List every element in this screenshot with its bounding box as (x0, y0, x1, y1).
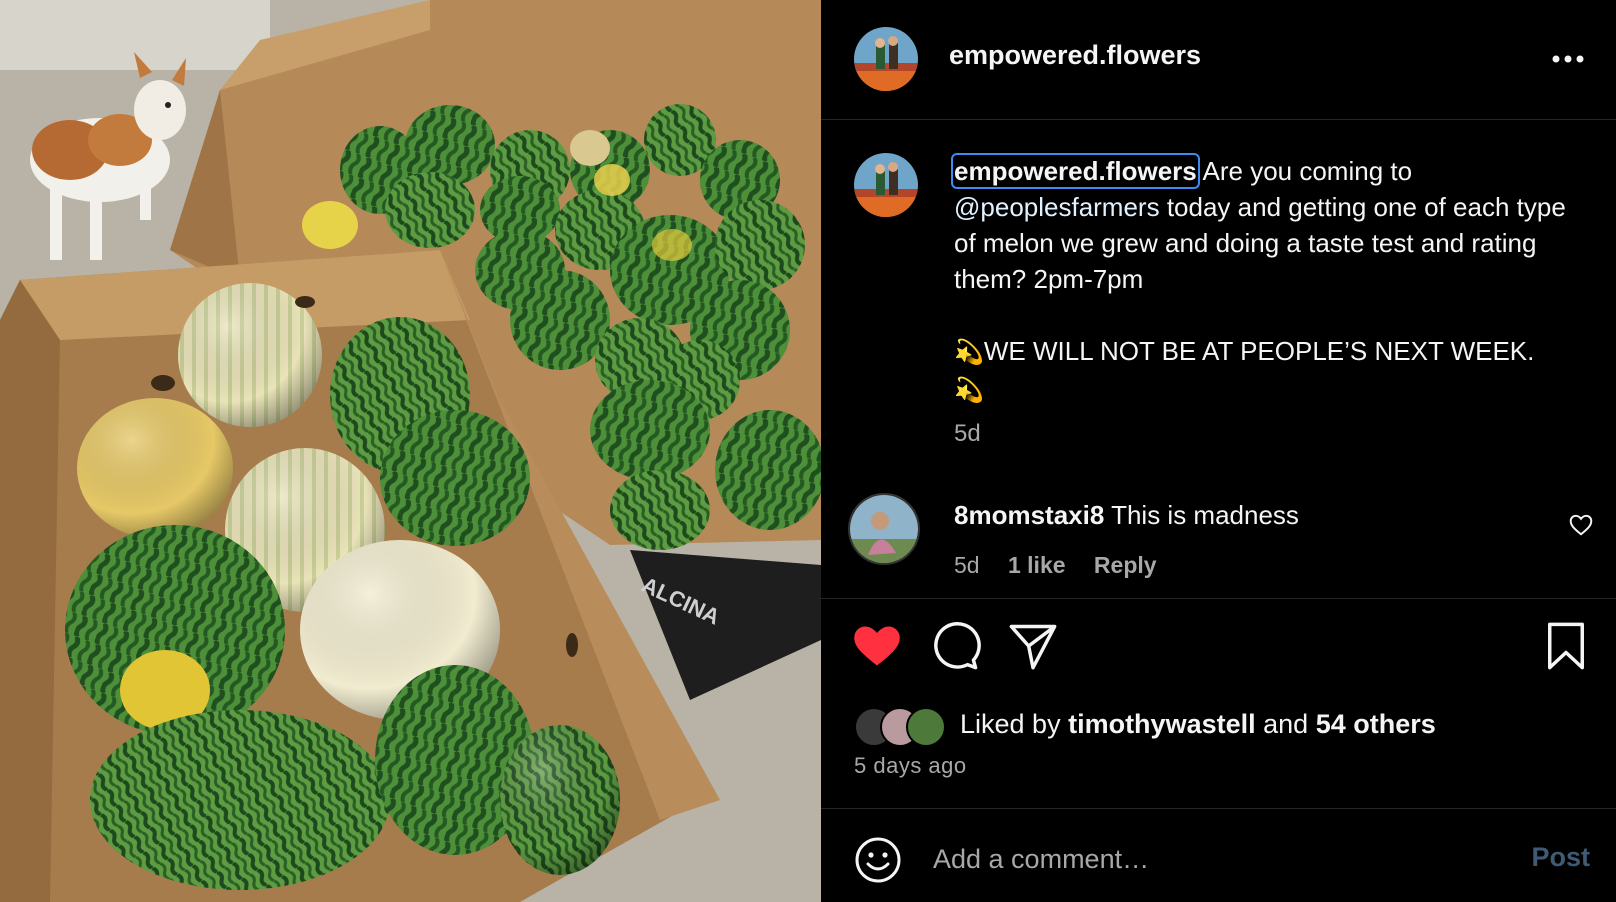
post-date[interactable]: 5 days ago (854, 753, 967, 779)
post-side-panel: empowered.flowers empowered.flowers Are … (821, 0, 1616, 902)
emoji-smiley-icon[interactable] (854, 836, 902, 884)
comment-reply-button[interactable]: Reply (1094, 552, 1157, 578)
author-avatar[interactable] (854, 27, 918, 91)
more-horizontal-icon[interactable] (1548, 44, 1588, 74)
liker-avatars[interactable] (854, 706, 959, 747)
melon-boxes-photo: ALCINA (0, 0, 821, 902)
caption-text-part-3: WE WILL NOT BE AT PEOPLE’S NEXT WEEK. (983, 336, 1535, 366)
comment-likes-count[interactable]: 1 like (1008, 552, 1066, 578)
author-username[interactable]: empowered.flowers (949, 40, 1201, 71)
comment-item: 8momstaxi8 This is madness 5d 1 like Rep… (821, 490, 1616, 595)
comment-composer: Post (821, 808, 1616, 902)
comment-line: 8momstaxi8 This is madness (954, 500, 1299, 531)
post-header: empowered.flowers (821, 0, 1616, 120)
caption-timestamp[interactable]: 5d (954, 420, 981, 448)
instagram-post-view: ALCINA empowered.flowers empowered.flowe… (0, 0, 1616, 902)
liked-heart-icon[interactable] (851, 620, 903, 672)
caption-mention-link[interactable]: @peoplesfarmers (954, 192, 1160, 222)
commenter-avatar[interactable] (848, 493, 920, 565)
save-bookmark-icon[interactable] (1540, 620, 1592, 672)
commenter-username[interactable]: 8momstaxi8 (954, 500, 1104, 530)
caption-text: empowered.flowers Are you coming to @peo… (951, 153, 1594, 409)
likes-middle: and (1255, 709, 1316, 739)
likes-text: Liked by timothywastell and 54 others (960, 709, 1436, 740)
liker-username[interactable]: timothywastell (1068, 709, 1256, 739)
post-image[interactable]: ALCINA (0, 0, 821, 902)
action-bar (821, 620, 1616, 680)
caption-avatar[interactable] (854, 153, 918, 217)
comment-timestamp[interactable]: 5d (954, 552, 980, 578)
post-comment-button[interactable]: Post (1531, 842, 1590, 873)
actions-divider (821, 598, 1616, 599)
likes-others-link[interactable]: 54 others (1316, 709, 1436, 739)
comment-meta: 5d 1 like Reply (954, 552, 1179, 579)
liker-avatar (906, 707, 946, 747)
comment-text: This is madness (1111, 500, 1299, 530)
comment-input[interactable] (931, 836, 1475, 882)
caption-username[interactable]: empowered.flowers (951, 153, 1200, 189)
comment-bubble-icon[interactable] (929, 620, 981, 672)
caption-text-part-1: Are you coming to (1196, 156, 1420, 186)
share-paper-plane-icon[interactable] (1007, 620, 1059, 672)
likes-prefix: Liked by (960, 709, 1069, 739)
sparkle-emoji-1: 💫 (954, 339, 984, 366)
sparkle-emoji-2: 💫 (954, 377, 984, 404)
comment-like-heart-icon[interactable] (1568, 512, 1594, 538)
